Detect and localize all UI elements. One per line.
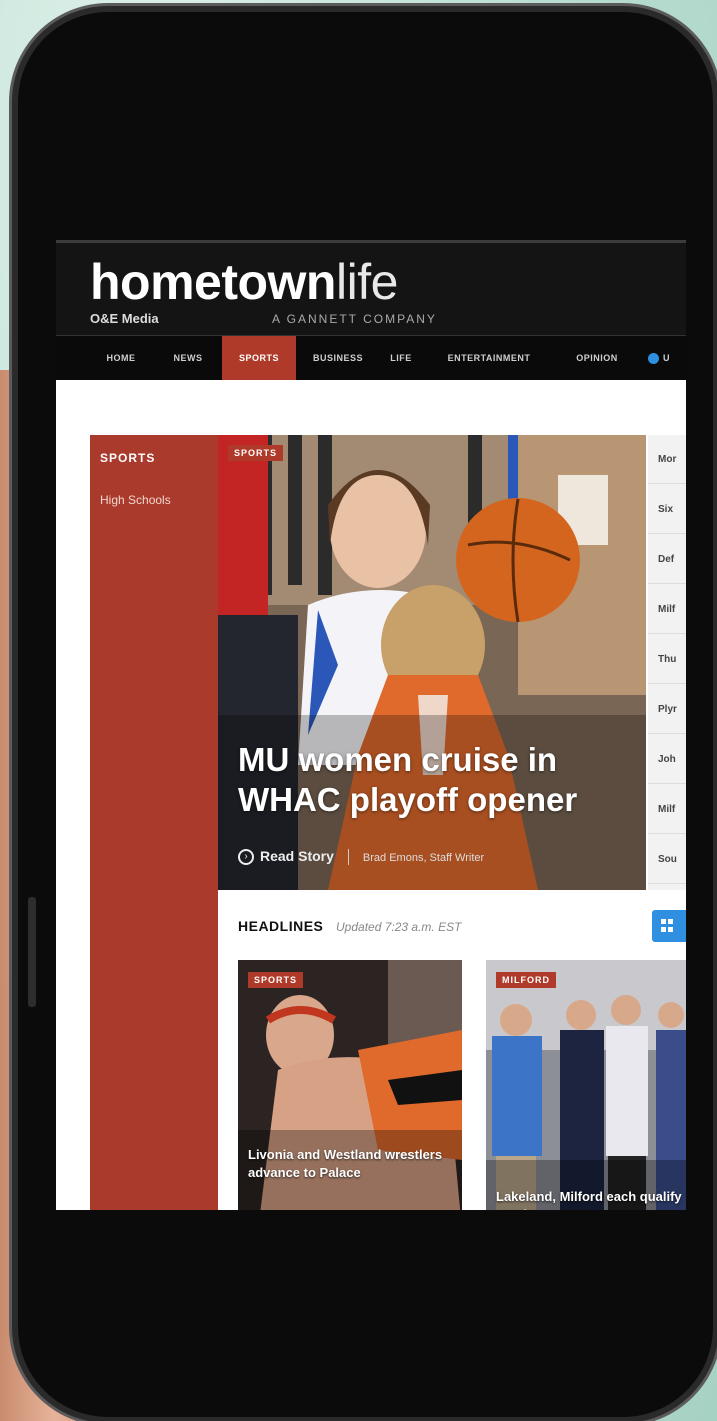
card-category-tag[interactable]: SPORTS bbox=[248, 972, 304, 988]
divider bbox=[347, 849, 349, 866]
card-category-tag[interactable]: MILFORD bbox=[496, 972, 556, 988]
read-story-link[interactable]: Read Story bbox=[260, 848, 334, 864]
nav-sports[interactable]: SPORTS bbox=[222, 336, 296, 380]
arrow-circle-icon: › bbox=[238, 849, 254, 866]
rail-item[interactable]: Def bbox=[648, 535, 686, 584]
nav-home[interactable]: HOME bbox=[90, 336, 152, 380]
publisher-name: O&E Media bbox=[90, 311, 159, 326]
nav-life[interactable]: LIFE bbox=[378, 336, 424, 380]
usa-today-dot-icon bbox=[648, 353, 659, 365]
section-sidebar: SPORTS High Schools bbox=[90, 435, 218, 1210]
site-logo[interactable]: hometownlife bbox=[90, 257, 398, 307]
nav-opinion[interactable]: OPINION bbox=[556, 336, 638, 380]
main-nav: HOME NEWS SPORTS BUSINESS LIFE ENTERTAIN… bbox=[56, 335, 686, 380]
section-title: SPORTS bbox=[100, 451, 156, 465]
headlines-title: HEADLINES bbox=[238, 918, 324, 934]
hero-category-tag[interactable]: SPORTS bbox=[228, 445, 284, 461]
hero-meta: › Read Story Brad Emons, Staff Writer bbox=[238, 848, 485, 866]
card-headline[interactable]: Lakeland, Milford each qualify two for s… bbox=[496, 1188, 686, 1210]
hero-headline[interactable]: MU women cruise in WHAC playoff opener bbox=[238, 740, 638, 821]
grid-view-button[interactable] bbox=[652, 910, 686, 942]
nav-usa-today[interactable]: U bbox=[648, 336, 686, 380]
rail-item[interactable]: Sou bbox=[648, 835, 686, 884]
nav-entertainment[interactable]: ENTERTAINMENT bbox=[426, 336, 552, 380]
card-photo bbox=[486, 960, 686, 1210]
headlines-header: HEADLINES Updated 7:23 a.m. EST bbox=[218, 890, 686, 960]
headlines-updated: Updated 7:23 a.m. EST bbox=[336, 920, 462, 934]
nav-news[interactable]: NEWS bbox=[156, 336, 220, 380]
site-header: hometownlife O&E Media A GANNETT COMPANY bbox=[56, 240, 686, 338]
headline-card[interactable]: SPORTS Livonia and Westland wrestlers ad… bbox=[238, 960, 462, 1210]
sidebar-link-high-schools[interactable]: High Schools bbox=[100, 493, 171, 507]
phone-screen: hometownlife O&E Media A GANNETT COMPANY… bbox=[56, 240, 686, 1210]
headline-card[interactable]: MILFORD Lakeland, Milford each qualify t… bbox=[486, 960, 686, 1210]
rail-item[interactable]: Milf bbox=[648, 785, 686, 834]
right-rail: Mor Six Def Milf Thu Plyr Joh Milf Sou bbox=[648, 435, 686, 890]
hero-story[interactable]: SPORTS MU women cruise in WHAC playoff o… bbox=[218, 435, 646, 890]
card-headline[interactable]: Livonia and Westland wrestlers advance t… bbox=[248, 1146, 448, 1181]
rail-item[interactable]: Six bbox=[648, 485, 686, 534]
rail-item[interactable]: Plyr bbox=[648, 685, 686, 734]
rail-item[interactable]: Thu bbox=[648, 635, 686, 684]
rail-item[interactable]: Joh bbox=[648, 735, 686, 784]
rail-item[interactable]: Milf bbox=[648, 585, 686, 634]
hero-author: Brad Emons, Staff Writer bbox=[362, 852, 485, 864]
nav-business[interactable]: BUSINESS bbox=[300, 336, 376, 380]
rail-item[interactable]: Mor bbox=[648, 435, 686, 484]
hero-photo bbox=[218, 435, 646, 890]
parent-company: A GANNETT COMPANY bbox=[272, 312, 437, 326]
phone-side-button bbox=[28, 897, 36, 1007]
